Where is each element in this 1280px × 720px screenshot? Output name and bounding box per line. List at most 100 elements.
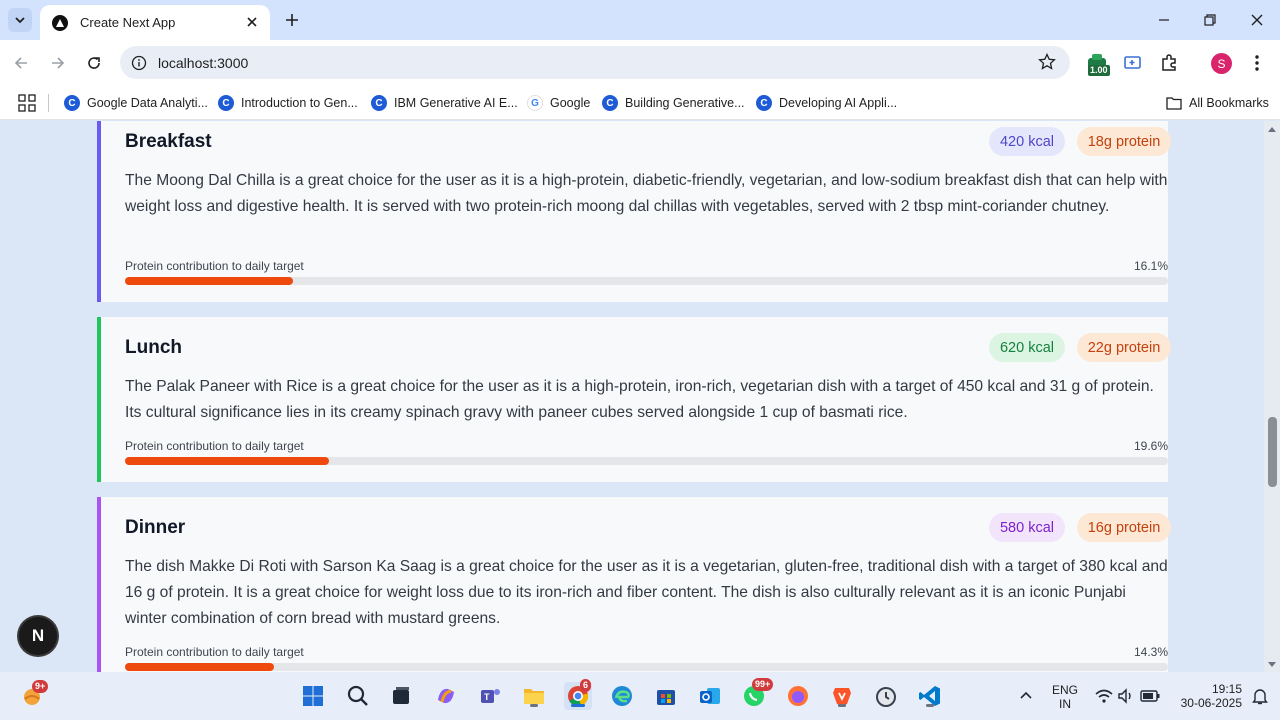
restore-button[interactable] (1200, 10, 1220, 30)
edge-app[interactable] (608, 682, 636, 710)
bookmark-item[interactable]: C IBM Generative AI E... (371, 92, 518, 114)
progress-percent: 16.1% (1133, 259, 1168, 273)
taskbar: 9+ T 6 99+ ENG IN 19:15 30-06-2025 (0, 672, 1280, 720)
cast-button[interactable] (1120, 50, 1146, 76)
coursera-icon: C (756, 95, 772, 111)
progress-bar-fill (125, 457, 330, 465)
protein-badge: 18g protein (1077, 127, 1171, 156)
start-button[interactable] (299, 682, 327, 710)
progress-bar-fill (125, 277, 293, 285)
progress-bar-fill (125, 663, 275, 671)
weather-widget[interactable]: 9+ (18, 680, 49, 710)
profile-avatar[interactable]: S (1211, 53, 1232, 74)
progress-bar (125, 457, 1168, 465)
svg-text:T: T (484, 692, 490, 702)
address-bar[interactable]: localhost:3000 (120, 46, 1070, 79)
nextjs-favicon-icon (52, 14, 68, 31)
bookmark-item[interactable]: C Developing AI Appli... (756, 92, 897, 114)
tab-search-button[interactable] (8, 8, 32, 32)
taskbar-search[interactable] (344, 682, 372, 710)
extensions-button[interactable] (1156, 50, 1182, 76)
bookmark-item[interactable]: C Google Data Analyti... (64, 92, 208, 114)
region-code: IN (1059, 697, 1071, 711)
bookmark-item[interactable]: C Introduction to Gen... (218, 92, 358, 114)
extension-badge: 1.00 (1088, 65, 1110, 76)
windows-icon (303, 686, 323, 706)
teams-app[interactable]: T (476, 682, 504, 710)
bookmark-label: Building Generative... (625, 96, 745, 110)
copilot-app[interactable] (432, 682, 460, 710)
vscode-app[interactable] (916, 682, 944, 710)
browser-tab[interactable]: Create Next App (40, 5, 270, 40)
clock[interactable]: 19:15 30-06-2025 (1170, 682, 1242, 710)
page-scrollbar[interactable] (1264, 121, 1280, 672)
meal-title: Lunch (125, 337, 182, 358)
whatsapp-app[interactable]: 99+ (740, 678, 774, 710)
bookmark-item[interactable]: C Building Generative... (602, 92, 745, 114)
language-indicator[interactable]: ENG IN (1048, 683, 1082, 711)
new-tab-button[interactable] (282, 10, 302, 30)
clock-app[interactable] (872, 682, 900, 710)
clock-time: 19:15 (1211, 682, 1242, 696)
clock-date: 30-06-2025 (1180, 696, 1242, 710)
more-vertical-icon (1255, 55, 1259, 71)
coursera-icon: C (218, 95, 234, 111)
arrow-right-icon (52, 57, 65, 69)
progress-percent: 14.3% (1133, 645, 1168, 659)
bookmark-item[interactable]: G Google (527, 92, 590, 114)
back-button[interactable] (10, 52, 32, 74)
page-viewport: Breakfast 420 kcal 18g protein The Moong… (0, 121, 1280, 672)
wifi-icon (1095, 689, 1113, 703)
scroll-up-arrow-icon[interactable] (1267, 125, 1277, 135)
protein-badge: 16g protein (1077, 513, 1171, 542)
site-info-icon[interactable] (130, 54, 148, 72)
nextjs-dev-indicator[interactable]: N (19, 617, 57, 655)
all-bookmarks-button[interactable]: All Bookmarks (1166, 92, 1269, 114)
extension-button[interactable]: 1.00 (1084, 50, 1110, 76)
notification-bell-icon (1252, 689, 1268, 705)
scrollbar-thumb[interactable] (1268, 417, 1277, 487)
bookmark-label: IBM Generative AI E... (394, 96, 518, 110)
running-indicator (530, 704, 538, 707)
meal-card-dinner: Dinner 580 kcal 16g protein The dish Mak… (97, 497, 1171, 672)
cast-icon (1124, 56, 1141, 69)
folder-icon (1166, 97, 1182, 110)
brave-app[interactable] (828, 682, 856, 710)
notification-badge: 6 (580, 679, 592, 692)
restore-icon (1204, 14, 1216, 26)
bookmark-star-icon[interactable] (1038, 53, 1056, 71)
kcal-badge: 620 kcal (989, 333, 1065, 362)
coursera-icon: C (371, 95, 387, 111)
store-app[interactable] (652, 682, 680, 710)
notification-badge: 99+ (752, 678, 774, 691)
chrome-app[interactable]: 6 (564, 679, 592, 710)
meal-title: Dinner (125, 517, 186, 538)
task-view-button[interactable] (387, 682, 415, 710)
tray-overflow-button[interactable] (1012, 682, 1040, 710)
coursera-icon: C (64, 95, 80, 111)
progress-label: Protein contribution to daily target (125, 439, 304, 453)
battery-status[interactable] (1136, 682, 1164, 710)
meal-description: The dish Makke Di Roti with Sarson Ka Sa… (125, 558, 1168, 627)
progress-bar (125, 663, 1168, 671)
close-icon[interactable] (244, 14, 260, 30)
meal-title: Breakfast (125, 131, 212, 152)
task-view-icon (393, 687, 409, 704)
meal-description: The Palak Paneer with Rice is a great ch… (125, 378, 1154, 421)
scroll-down-arrow-icon[interactable] (1267, 659, 1277, 669)
bookmark-label: Developing AI Appli... (779, 96, 898, 110)
outlook-app[interactable] (696, 682, 724, 710)
reload-icon (88, 57, 100, 69)
file-explorer-app[interactable] (520, 682, 548, 710)
notifications-button[interactable] (1246, 682, 1274, 710)
reload-button[interactable] (83, 52, 105, 74)
minimize-icon (1159, 19, 1169, 21)
firefox-app[interactable] (784, 682, 812, 710)
meal-card-breakfast: Breakfast 420 kcal 18g protein The Moong… (97, 121, 1171, 302)
apps-grid-icon[interactable] (18, 94, 36, 112)
notification-badge: 9+ (32, 680, 49, 693)
window-close-button[interactable] (1247, 10, 1267, 30)
browser-menu-button[interactable] (1244, 50, 1270, 76)
forward-button[interactable] (47, 52, 69, 74)
minimize-button[interactable] (1154, 10, 1174, 30)
